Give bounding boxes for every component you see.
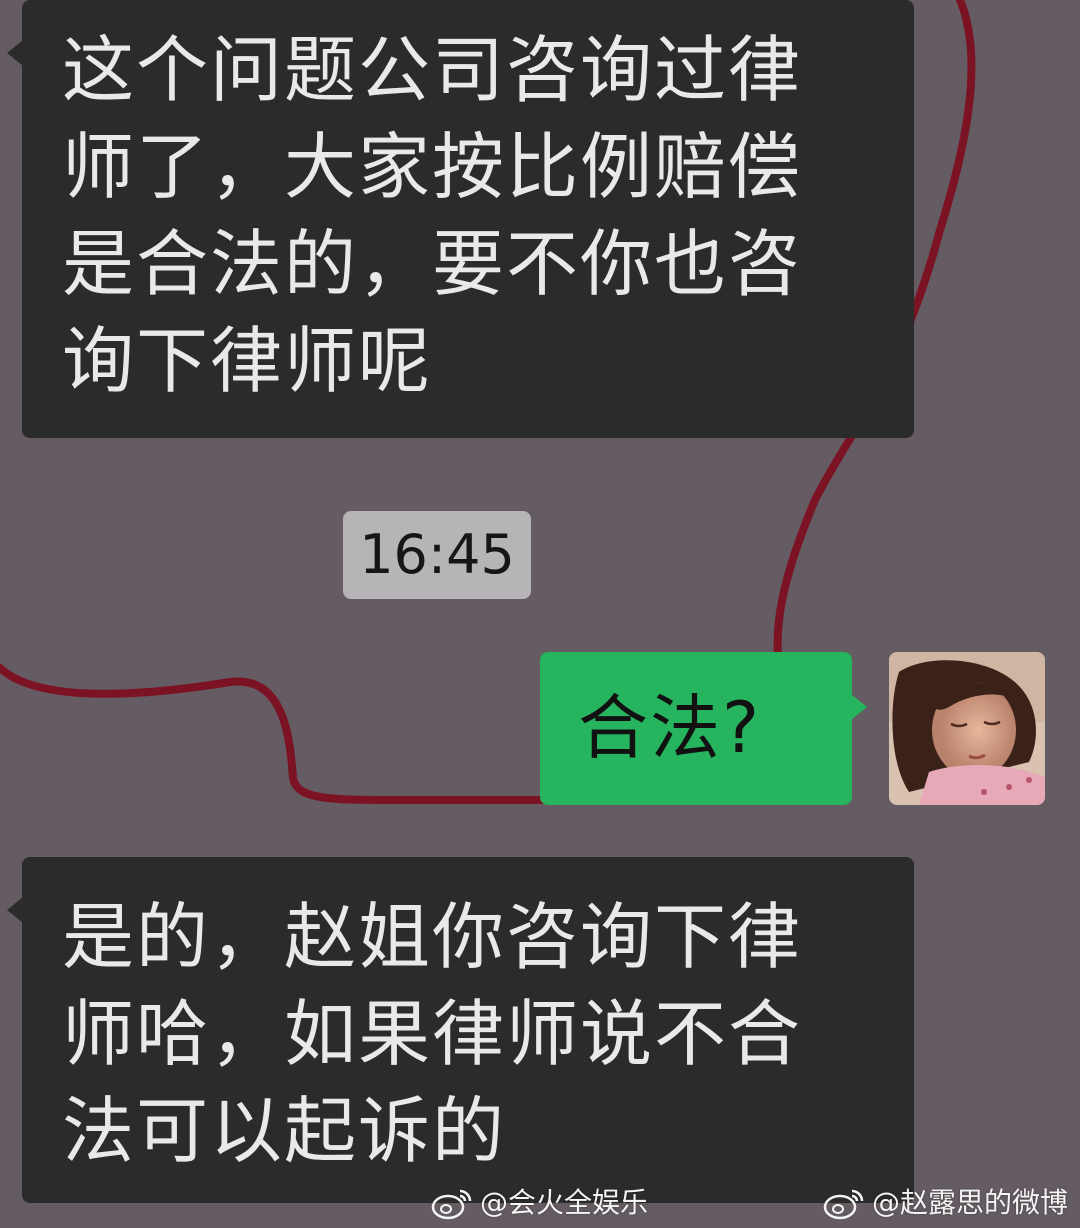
message-text: 合法? [578,687,762,769]
message-timestamp: 16:45 [343,511,531,599]
watermark-text: @会火全娱乐 [480,1186,649,1219]
incoming-message-bubble[interactable]: 这个问题公司咨询过律师了，大家按比例赔偿是合法的，要不你也咨询下律师呢 [7,0,914,438]
watermark-text: @赵露思的微博 [872,1186,1069,1219]
watermark: @赵露思的微博 [822,1183,1068,1223]
incoming-message-bubble[interactable]: 是的，赵姐你咨询下律师哈，如果律师说不合法可以起诉的 [7,857,914,1203]
message-text: 这个问题公司咨询过律师了，大家按比例赔偿是合法的，要不你也咨询下律师呢 [62,28,803,403]
user-avatar[interactable] [889,652,1045,805]
message-text: 是的，赵姐你咨询下律师哈，如果律师说不合法可以起诉的 [62,895,803,1173]
weibo-logo-icon [823,1189,864,1220]
outgoing-message-bubble[interactable]: 合法? [540,652,867,805]
watermark: @会火全娱乐 [430,1183,648,1223]
weibo-logo-icon [431,1189,472,1220]
